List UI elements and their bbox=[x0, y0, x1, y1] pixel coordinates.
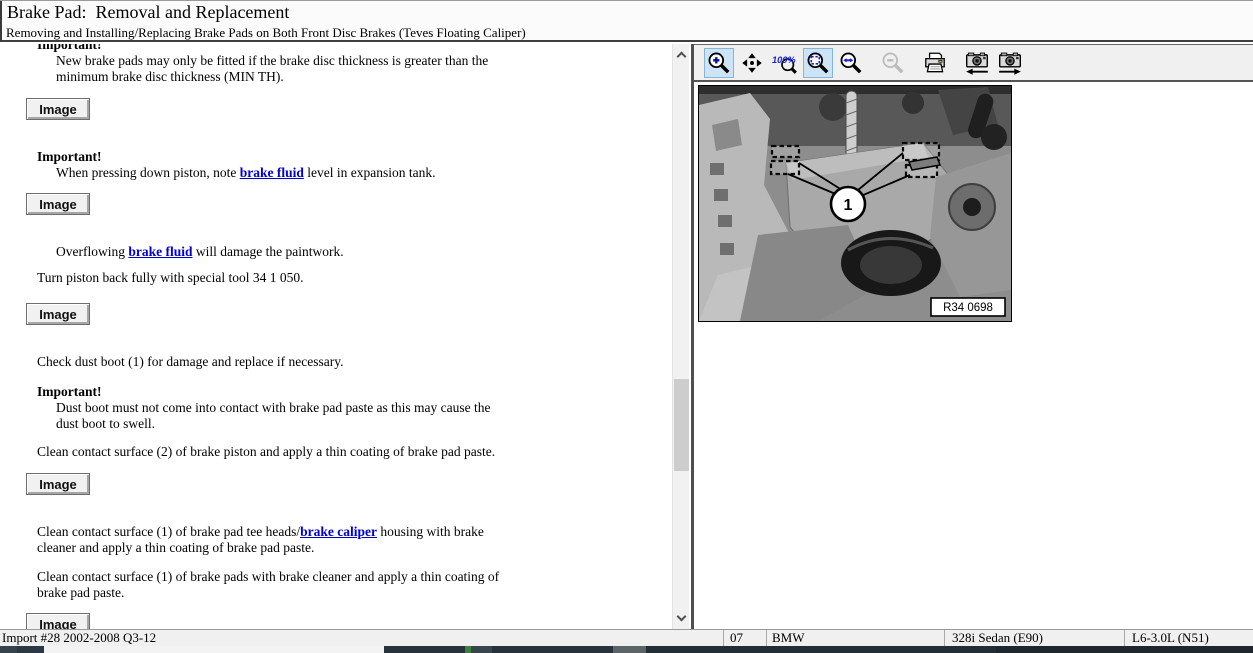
link-brake-caliper[interactable]: brake caliper bbox=[300, 524, 377, 539]
camera-prev-icon bbox=[964, 50, 990, 76]
paragraph: Check dust boot (1) for damage and repla… bbox=[37, 354, 344, 370]
taskbar-segment bbox=[646, 646, 996, 653]
image-pane: 100% bbox=[694, 44, 1253, 629]
camera-next-icon bbox=[997, 50, 1023, 76]
image-viewer: 1 R34 0698 bbox=[694, 82, 1253, 629]
taskbar-segment bbox=[471, 646, 492, 653]
brake-caliper-figure: 1 R34 0698 bbox=[698, 85, 1012, 322]
application-window: { "header": { "title": "Brake Pad: Remov… bbox=[0, 0, 1253, 653]
taskbar-segment bbox=[0, 646, 17, 653]
status-separator bbox=[944, 630, 945, 647]
zoom-100-icon: 100% bbox=[772, 50, 798, 76]
taskbar-strip bbox=[0, 646, 1253, 653]
status-separator bbox=[723, 630, 724, 647]
link-brake-fluid[interactable]: brake fluid bbox=[128, 244, 192, 259]
chevron-down-icon bbox=[677, 612, 687, 622]
status-separator bbox=[766, 630, 767, 647]
important-heading: Important! bbox=[37, 149, 102, 165]
next-image-button[interactable] bbox=[995, 48, 1025, 78]
previous-image-button[interactable] bbox=[962, 48, 992, 78]
image-button[interactable]: Image bbox=[26, 303, 90, 325]
svg-text:100%: 100% bbox=[772, 55, 796, 65]
image-button[interactable]: Image bbox=[26, 473, 90, 495]
zoom-fit-button[interactable] bbox=[803, 48, 833, 78]
taskbar-segment bbox=[384, 646, 465, 653]
paragraph: Overflowing brake fluid will damage the … bbox=[56, 244, 344, 260]
taskbar-segment bbox=[613, 646, 646, 653]
image-button[interactable]: Image bbox=[26, 613, 90, 629]
zoom-fit-icon bbox=[805, 50, 831, 76]
status-group: 07 bbox=[730, 630, 743, 646]
link-brake-fluid[interactable]: brake fluid bbox=[240, 165, 304, 180]
taskbar-segment bbox=[492, 646, 613, 653]
taskbar-segment bbox=[17, 646, 44, 653]
pan-button[interactable] bbox=[737, 48, 767, 78]
zoom-in-icon bbox=[706, 50, 732, 76]
zoom-width-icon bbox=[838, 50, 864, 76]
document-scrollbar[interactable] bbox=[672, 44, 689, 629]
paragraph: Turn piston back fully with special tool… bbox=[37, 270, 304, 286]
print-icon bbox=[922, 50, 948, 76]
status-bar: Import #28 2002-2008 Q3-12 07 BMW 328i S… bbox=[0, 629, 1253, 646]
taskbar-segment bbox=[44, 646, 384, 653]
paragraph: When pressing down piston, note brake fl… bbox=[56, 165, 435, 181]
status-separator bbox=[1124, 630, 1125, 647]
status-make: BMW bbox=[772, 630, 805, 646]
zoom-100-button[interactable]: 100% bbox=[770, 48, 800, 78]
zoom-width-button[interactable] bbox=[836, 48, 866, 78]
status-engine: L6-3.0L (N51) bbox=[1132, 630, 1209, 646]
chevron-up-icon bbox=[677, 52, 687, 62]
figure-callout-number: 1 bbox=[844, 197, 853, 214]
document-content[interactable]: Important!New brake pads may only be fit… bbox=[0, 44, 672, 629]
image-button[interactable]: Image bbox=[26, 98, 90, 120]
scroll-down-button[interactable] bbox=[673, 610, 690, 627]
paragraph: Clean contact surface (2) of brake pisto… bbox=[37, 444, 495, 460]
document-header: Brake Pad: Removal and Replacement Remov… bbox=[0, 1, 1253, 42]
status-import-info: Import #28 2002-2008 Q3-12 bbox=[2, 630, 156, 646]
image-toolbar: 100% bbox=[694, 44, 1253, 82]
zoom-in-button[interactable] bbox=[704, 48, 734, 78]
paragraph: Clean contact surface (1) of brake pad t… bbox=[37, 524, 484, 556]
print-button[interactable] bbox=[920, 48, 950, 78]
figure-reference-label: R34 0698 bbox=[943, 302, 993, 314]
important-heading: Important! bbox=[37, 44, 102, 53]
paragraph: Clean contact surface (1) of brake pads … bbox=[37, 569, 499, 601]
image-button[interactable]: Image bbox=[26, 193, 90, 215]
zoom-out-icon bbox=[880, 50, 906, 76]
page-subtitle: Removing and Installing/Replacing Brake … bbox=[6, 25, 526, 41]
pan-icon bbox=[739, 50, 765, 76]
scroll-up-button[interactable] bbox=[673, 46, 690, 63]
zoom-out-button bbox=[878, 48, 908, 78]
paragraph: New brake pads may only be fitted if the… bbox=[56, 53, 488, 85]
important-heading: Important! bbox=[37, 384, 102, 400]
taskbar-segment bbox=[996, 646, 1253, 653]
status-model: 328i Sedan (E90) bbox=[952, 630, 1043, 646]
paragraph: Dust boot must not come into contact wit… bbox=[56, 400, 491, 432]
scrollbar-thumb[interactable] bbox=[674, 379, 689, 471]
page-title: Brake Pad: Removal and Replacement bbox=[7, 2, 289, 23]
